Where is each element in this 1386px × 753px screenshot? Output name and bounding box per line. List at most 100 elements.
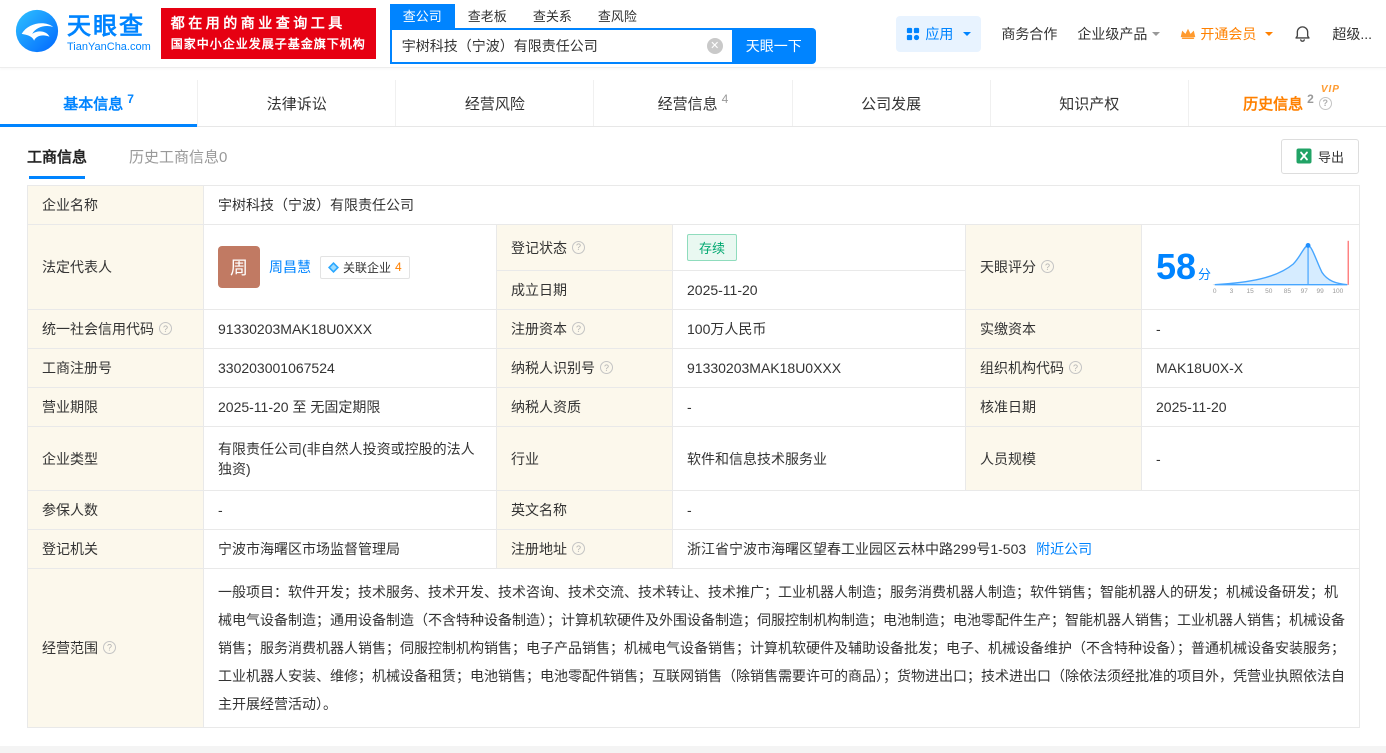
- field-label-registered-capital: 注册资本: [496, 309, 673, 349]
- tab-history-info[interactable]: VIP 历史信息 2: [1187, 80, 1386, 126]
- notification-bell-icon[interactable]: [1293, 24, 1312, 44]
- help-icon[interactable]: [572, 240, 585, 254]
- top-navigation: 应用 商务合作 企业级产品 开通会员 超级...: [896, 15, 1372, 52]
- legal-rep-link[interactable]: 周昌慧: [269, 257, 311, 277]
- search-type-tabs: 查公司 查老板 查关系 查风险: [389, 3, 816, 28]
- field-value-insured-count: -: [203, 490, 497, 530]
- help-icon[interactable]: [159, 322, 172, 335]
- tab-intellectual-property[interactable]: 知识产权: [989, 80, 1188, 126]
- field-label-staff-size: 人员规模: [965, 426, 1142, 491]
- apps-menu[interactable]: 应用: [896, 15, 982, 52]
- tianyancha-logo-icon: [14, 8, 60, 59]
- field-value-taxpayer-id: 91330203MAK18U0XXX: [672, 348, 966, 388]
- field-value-taxpayer-quality: -: [672, 387, 966, 427]
- field-value-registered-capital: 100万人民币: [672, 309, 966, 349]
- field-value-established-date: 2025-11-20: [672, 270, 966, 310]
- legal-rep-avatar[interactable]: 周: [218, 246, 260, 288]
- chevron-down-icon: [1265, 31, 1274, 40]
- field-value-credit-code: 91330203MAK18U0XXX: [203, 309, 497, 349]
- field-label-taxpayer-id: 纳税人识别号: [496, 348, 673, 388]
- nearby-companies-link[interactable]: 附近公司: [1036, 541, 1092, 557]
- nav-business-cooperation[interactable]: 商务合作: [1001, 24, 1057, 44]
- field-value-legal-representative: 周 周昌慧 关联企业 4: [203, 224, 497, 310]
- related-label: 关联企业: [343, 260, 392, 275]
- nav-enterprise-products[interactable]: 企业级产品: [1077, 24, 1161, 44]
- export-button[interactable]: 导出: [1280, 138, 1359, 174]
- field-value-staff-size: -: [1141, 426, 1360, 491]
- slogan-line1: 都在用的商业查询工具: [170, 15, 346, 32]
- search-tab-relation[interactable]: 查关系: [520, 4, 585, 28]
- slogan-banner: 都在用的商业查询工具 国家中小企业发展子基金旗下机构: [160, 8, 376, 59]
- search-tab-boss[interactable]: 查老板: [455, 4, 520, 28]
- help-icon[interactable]: [600, 361, 613, 374]
- tab-company-development[interactable]: 公司发展: [791, 80, 990, 126]
- nav-open-vip[interactable]: 开通会员: [1180, 24, 1274, 44]
- field-value-registration-number: 330203001067524: [203, 348, 497, 388]
- help-icon[interactable]: [1069, 361, 1082, 374]
- field-value-company-type: 有限责任公司(非自然人投资或控股的法人独资): [203, 426, 497, 491]
- tab-count: 4: [721, 92, 729, 106]
- help-icon[interactable]: [572, 542, 585, 555]
- search-tab-company[interactable]: 查公司: [389, 3, 455, 28]
- subtab-label: 工商信息: [27, 148, 88, 166]
- field-label-legal-representative: 法定代表人: [27, 224, 204, 310]
- page-bottom-divider: [0, 746, 1386, 753]
- field-value-registration-status: 存续: [672, 224, 966, 271]
- field-value-english-name: -: [672, 490, 1360, 530]
- enterprise-products-label: 企业级产品: [1077, 25, 1148, 42]
- help-icon[interactable]: [103, 641, 116, 654]
- field-label-registration-authority: 登记机关: [27, 529, 204, 569]
- help-icon[interactable]: [1318, 96, 1332, 110]
- related-icon: [328, 261, 339, 273]
- section-tabbar: 基本信息 7 法律诉讼 经营风险 经营信息 4 公司发展 知识产权 VIP 历史…: [0, 80, 1386, 127]
- vip-badge: VIP: [1320, 84, 1340, 95]
- tab-label: 经营风险: [464, 95, 525, 113]
- field-label-org-code: 组织机构代码: [965, 348, 1142, 388]
- company-info-table: 企业名称 宇树科技（宁波）有限责任公司 法定代表人 周 周昌慧 关联企业 4 登…: [27, 185, 1360, 728]
- tab-label: 历史信息: [1243, 95, 1304, 113]
- field-label-credit-code: 统一社会信用代码: [27, 309, 204, 349]
- help-icon[interactable]: [572, 322, 585, 335]
- field-label-registered-address: 注册地址: [496, 529, 673, 569]
- svg-text:50: 50: [1265, 288, 1273, 295]
- nav-super[interactable]: 超级...: [1332, 24, 1372, 44]
- field-label-registration-number: 工商注册号: [27, 348, 204, 388]
- tab-operational-risk[interactable]: 经营风险: [395, 80, 593, 126]
- field-label-registration-status: 登记状态: [496, 224, 673, 271]
- tab-business-info[interactable]: 经营信息 4: [593, 80, 791, 126]
- tab-basic-info[interactable]: 基本信息 7: [0, 80, 198, 127]
- logo[interactable]: 天眼查 TianYanCha.com: [14, 8, 151, 59]
- field-value-industry: 软件和信息技术服务业: [672, 426, 966, 491]
- clear-search-icon[interactable]: [706, 37, 723, 54]
- subtab-business-registration[interactable]: 工商信息: [27, 146, 88, 179]
- field-label-paid-capital: 实缴资本: [965, 309, 1142, 349]
- subtab-label: 历史工商信息0: [129, 148, 228, 166]
- field-value-score: 58 分 0 3 15 50 85 97 99 100: [1141, 224, 1360, 310]
- export-label: 导出: [1317, 149, 1344, 165]
- logo-text: 天眼查: [67, 13, 145, 41]
- field-label-company-name: 企业名称: [27, 185, 204, 225]
- tab-label: 知识产权: [1059, 95, 1120, 113]
- apps-label: 应用: [925, 25, 954, 42]
- related-companies-badge[interactable]: 关联企业 4: [320, 255, 410, 279]
- subtab-history-business-registration[interactable]: 历史工商信息0: [129, 146, 227, 167]
- slogan-line2: 国家中小企业发展子基金旗下机构: [170, 37, 366, 52]
- search-input[interactable]: [389, 27, 732, 64]
- search-button[interactable]: 天眼一下: [731, 27, 816, 64]
- search-area: 查公司 查老板 查关系 查风险 天眼一下: [389, 3, 816, 64]
- tab-label: 基本信息: [63, 95, 124, 113]
- svg-text:15: 15: [1247, 288, 1255, 295]
- svg-text:85: 85: [1284, 288, 1292, 295]
- field-label-insured-count: 参保人数: [27, 490, 204, 530]
- field-label-established-date: 成立日期: [496, 270, 673, 310]
- status-badge: 存续: [687, 234, 738, 261]
- tianyancha-page: 天眼查 TianYanCha.com 都在用的商业查询工具 国家中小企业发展子基…: [0, 0, 1386, 753]
- tab-legal-proceedings[interactable]: 法律诉讼: [197, 80, 395, 126]
- search-tab-risk[interactable]: 查风险: [585, 4, 650, 28]
- tab-label: 法律诉讼: [266, 95, 327, 113]
- field-label-approval-date: 核准日期: [965, 387, 1142, 427]
- field-value-business-term: 2025-11-20 至 无固定期限: [203, 387, 497, 427]
- help-icon[interactable]: [1041, 260, 1054, 273]
- tab-label: 公司发展: [861, 95, 922, 113]
- open-vip-label: 开通会员: [1200, 25, 1257, 42]
